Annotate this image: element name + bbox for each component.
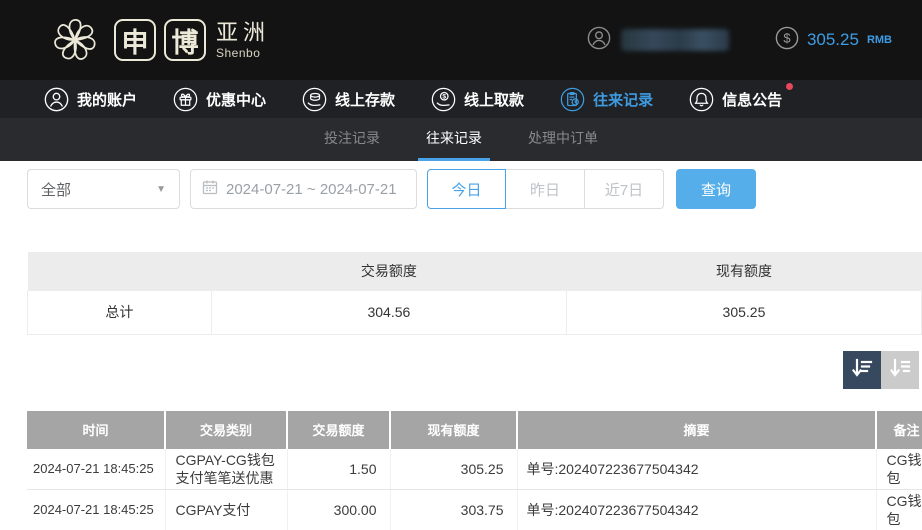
balance-dollar-icon: $ bbox=[775, 26, 799, 55]
notification-badge bbox=[786, 82, 794, 90]
top-header: 申 博 亚洲 Shenbo $ 305.25 RMB bbox=[0, 0, 922, 80]
nav-item-deposit[interactable]: 线上存款 bbox=[302, 87, 395, 112]
user-avatar-icon[interactable] bbox=[587, 26, 611, 55]
nav-item-my-account[interactable]: 我的账户 bbox=[44, 87, 137, 112]
date-range-value: 2024-07-21 ~ 2024-07-21 bbox=[226, 180, 397, 198]
table-row: 2024-07-21 18:45:25 CGPAY支付 300.00 303.7… bbox=[27, 489, 922, 530]
table-row: 2024-07-21 18:45:25 CGPAY-CG钱包支付笔笔送优惠 1.… bbox=[27, 448, 922, 490]
summary-total-balance: 305.25 bbox=[565, 289, 922, 335]
nav-item-records[interactable]: 往来记录 bbox=[560, 87, 653, 112]
content-area: 全部 ▼ 2024-07-21 ~ 2024-07-21 今日 昨日 近7日 查… bbox=[0, 169, 922, 530]
type-select-value: 全部 bbox=[41, 181, 72, 199]
tab-transaction-records[interactable]: 往来记录 bbox=[418, 118, 490, 161]
summary-total-label: 总计 bbox=[27, 289, 212, 335]
col-type: 交易类别 bbox=[165, 410, 288, 449]
col-note: 备注 bbox=[876, 410, 922, 449]
deposit-icon bbox=[302, 87, 327, 112]
date-range-input[interactable]: 2024-07-21 ~ 2024-07-21 bbox=[190, 169, 417, 209]
quick-range-7days[interactable]: 近7日 bbox=[585, 169, 664, 209]
col-balance: 现有额度 bbox=[390, 410, 518, 449]
sort-descending-button[interactable] bbox=[843, 350, 881, 389]
logo-region: 亚洲 bbox=[216, 19, 271, 45]
quick-range-yesterday[interactable]: 昨日 bbox=[506, 169, 585, 209]
quick-range-group: 今日 昨日 近7日 bbox=[427, 169, 664, 209]
col-amount: 交易额度 bbox=[287, 410, 391, 449]
logo[interactable]: 申 博 亚洲 Shenbo bbox=[44, 9, 270, 71]
type-select[interactable]: 全部 ▼ bbox=[27, 169, 180, 209]
logo-char-bo: 博 bbox=[164, 19, 206, 61]
nav-item-announcements[interactable]: 信息公告 bbox=[689, 82, 794, 112]
user-icon bbox=[44, 87, 69, 112]
summary-header-transaction: 交易额度 bbox=[211, 252, 567, 290]
summary-table: 交易额度 现有额度 总计 304.56 305.25 bbox=[27, 252, 922, 335]
summary-total-row: 总计 304.56 305.25 bbox=[27, 289, 922, 335]
filter-bar: 全部 ▼ 2024-07-21 ~ 2024-07-21 今日 昨日 近7日 查… bbox=[27, 169, 922, 209]
tab-processing-orders[interactable]: 处理中订单 bbox=[520, 118, 606, 161]
summary-header-balance: 现有额度 bbox=[566, 252, 922, 290]
col-summary: 摘要 bbox=[517, 410, 877, 449]
svg-text:$: $ bbox=[442, 93, 446, 100]
search-button[interactable]: 查询 bbox=[676, 169, 756, 209]
balance-amount[interactable]: 305.25 bbox=[807, 30, 859, 50]
records-icon bbox=[560, 87, 585, 112]
account-area: $ 305.25 RMB bbox=[587, 26, 892, 55]
calendar-icon bbox=[202, 179, 218, 199]
tab-betting-records[interactable]: 投注记录 bbox=[316, 118, 388, 161]
col-time: 时间 bbox=[27, 410, 166, 449]
balance-currency: RMB bbox=[866, 34, 892, 46]
sort-controls bbox=[27, 350, 922, 389]
sort-ascending-icon bbox=[888, 356, 912, 383]
nav-item-promotions[interactable]: 优惠中心 bbox=[173, 87, 266, 112]
summary-total-transaction: 304.56 bbox=[210, 289, 567, 335]
nav-item-withdraw[interactable]: $ 线上取款 bbox=[431, 87, 524, 112]
summary-header-empty bbox=[27, 252, 212, 290]
sort-descending-icon bbox=[850, 356, 874, 383]
withdraw-icon: $ bbox=[431, 87, 456, 112]
bell-icon bbox=[689, 87, 714, 112]
records-table: 时间 交易类别 交易额度 现有额度 摘要 备注 2024-07-21 18:45… bbox=[27, 410, 922, 530]
quick-range-today[interactable]: 今日 bbox=[427, 169, 506, 209]
chevron-down-icon: ▼ bbox=[156, 183, 166, 195]
record-subtabs: 投注记录 往来记录 处理中订单 bbox=[0, 118, 922, 161]
main-nav: 我的账户 优惠中心 线上存款 $ 线上取款 往来记录 信息公告 bbox=[0, 80, 922, 118]
records-header-row: 时间 交易类别 交易额度 现有额度 摘要 备注 bbox=[27, 410, 922, 449]
svg-text:$: $ bbox=[783, 30, 790, 45]
logo-subtitle: Shenbo bbox=[216, 45, 261, 60]
logo-flower-icon bbox=[44, 9, 106, 71]
sort-ascending-button[interactable] bbox=[881, 350, 919, 389]
username-blurred bbox=[620, 29, 729, 51]
gift-icon bbox=[173, 87, 198, 112]
logo-char-shen: 申 bbox=[114, 19, 156, 61]
